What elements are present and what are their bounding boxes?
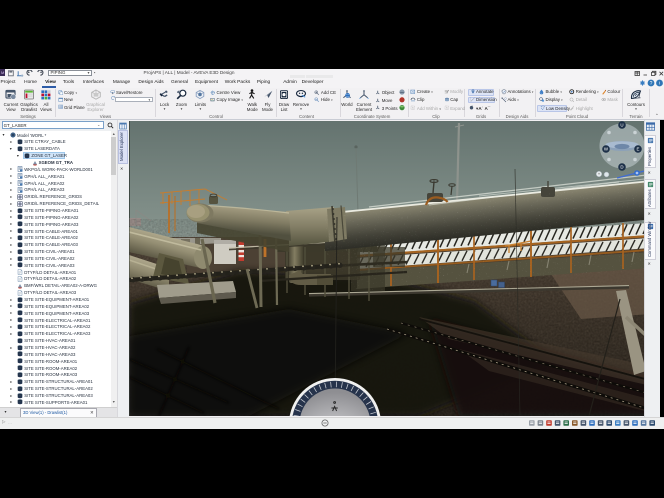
svg-text:E: E [636,147,639,152]
svg-text:U: U [620,123,623,128]
svg-text:?: ? [650,81,653,87]
svg-text:i: i [659,81,660,86]
svg-text:⃞: ⃞ [470,97,471,101]
svg-text:D: D [620,165,623,170]
